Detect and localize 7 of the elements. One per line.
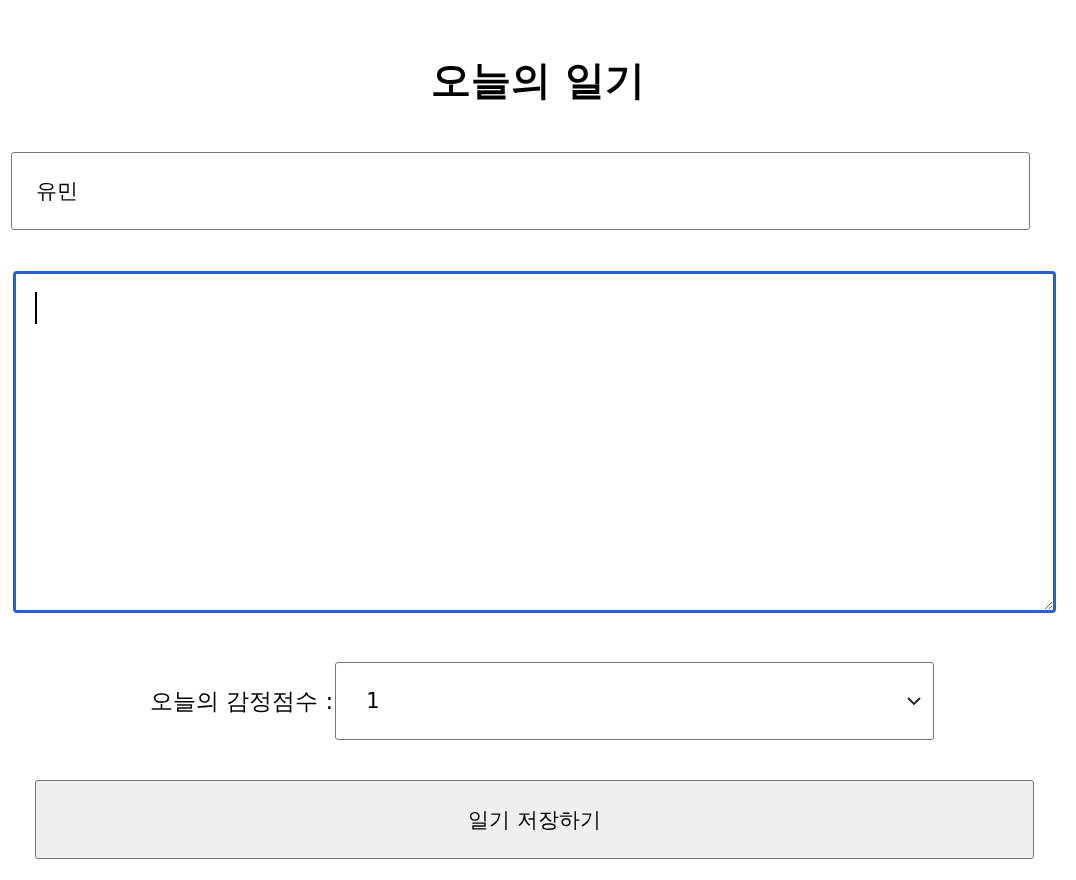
- page-title: 오늘의 일기: [431, 56, 645, 105]
- score-label: 오늘의 감정점수 :: [149, 686, 334, 716]
- diary-text-area[interactable]: [13, 271, 1056, 613]
- name-input-field[interactable]: 유민: [11, 152, 1030, 230]
- score-select[interactable]: 1: [335, 662, 935, 740]
- chevron-down-icon: [907, 696, 922, 706]
- save-diary-button[interactable]: 일기 저장하기: [35, 780, 1034, 859]
